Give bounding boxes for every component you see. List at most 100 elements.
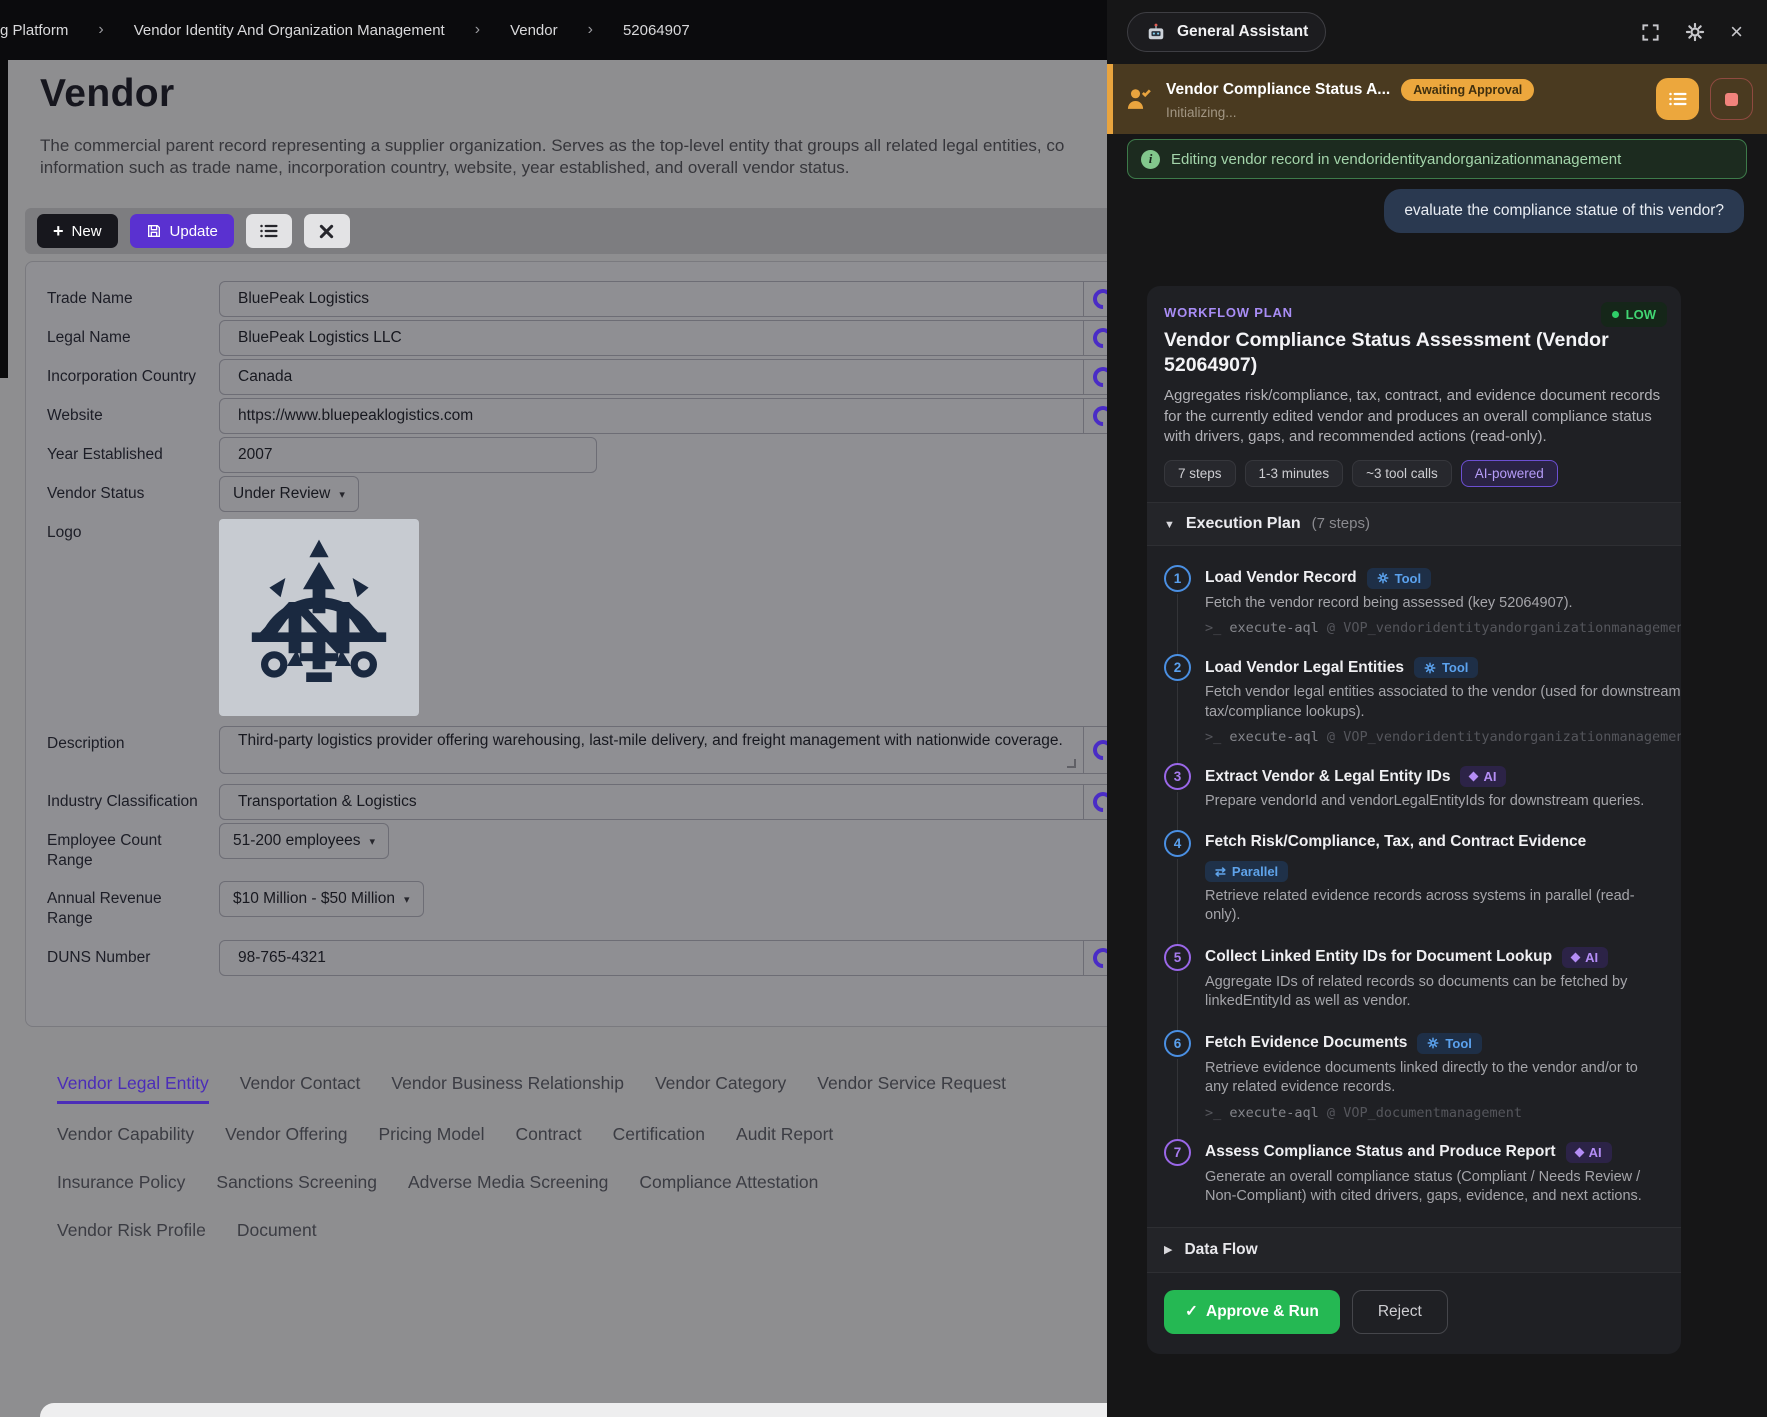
tab-vendor-risk-profile[interactable]: Vendor Risk Profile	[57, 1220, 206, 1248]
breadcrumb-item-g-platform[interactable]: g Platform	[0, 22, 68, 39]
context-alert: i Editing vendor record in vendoridentit…	[1127, 139, 1747, 179]
code-command: execute-aql	[1229, 620, 1318, 636]
tab-sanctions-screening[interactable]: Sanctions Screening	[216, 1172, 377, 1200]
legal-name-input[interactable]: BluePeak Logistics LLC	[219, 320, 1169, 356]
industry-classification-input[interactable]: Transportation & Logistics	[219, 784, 1169, 820]
tab-contract[interactable]: Contract	[515, 1124, 581, 1152]
new-button[interactable]: + New	[37, 214, 118, 248]
step-description: Retrieve related evidence records across…	[1205, 887, 1664, 926]
gear-icon[interactable]	[1685, 22, 1705, 42]
plan-step-6: 6Fetch Evidence Documents ToolRetrieve e…	[1164, 1030, 1664, 1139]
step-number: 6	[1164, 1030, 1191, 1057]
tab-audit-report[interactable]: Audit Report	[736, 1124, 833, 1152]
fullscreen-icon[interactable]	[1641, 23, 1660, 42]
field-label: DUNS Number	[47, 940, 219, 976]
tab-vendor-category[interactable]: Vendor Category	[655, 1073, 786, 1104]
approve-run-label: Approve & Run	[1206, 1303, 1319, 1321]
plus-icon: +	[53, 222, 64, 240]
form-row-industry-classification: Industry ClassificationTransportation & …	[47, 784, 1174, 820]
vendor-logo-image[interactable]	[219, 519, 419, 716]
code-target: VOP_vendoridentityandorganizationmanagem…	[1343, 620, 1681, 636]
workflow-status-row[interactable]: Vendor Compliance Status A... Awaiting A…	[1107, 64, 1767, 134]
check-icon: ✓	[1185, 1302, 1198, 1321]
step-number: 5	[1164, 944, 1191, 971]
update-button[interactable]: Update	[130, 214, 234, 248]
tab-vendor-offering[interactable]: Vendor Offering	[225, 1124, 347, 1152]
plan-meta-pill-3-tool-calls: ~3 tool calls	[1352, 460, 1452, 487]
tab-document[interactable]: Document	[237, 1220, 317, 1248]
approve-run-button[interactable]: ✓ Approve & Run	[1164, 1290, 1340, 1334]
list-view-button[interactable]	[246, 214, 292, 248]
tab-pricing-model[interactable]: Pricing Model	[378, 1124, 484, 1152]
data-flow-header[interactable]: ▶ Data Flow	[1147, 1227, 1681, 1273]
description-textarea[interactable]: Third-party logistics provider offering …	[219, 726, 1169, 774]
caret-down-icon: ▾	[370, 835, 376, 848]
task-list-button[interactable]	[1656, 78, 1699, 120]
vendor-form: Trade NameBluePeak LogisticsLegal NameBl…	[25, 261, 1175, 1027]
tab-compliance-attestation[interactable]: Compliance Attestation	[639, 1172, 818, 1200]
execution-plan-title: Execution Plan	[1186, 515, 1301, 533]
plan-step-7: 7Assess Compliance Status and Produce Re…	[1164, 1139, 1664, 1225]
tab-vendor-business-relationship[interactable]: Vendor Business Relationship	[391, 1073, 624, 1104]
plan-meta-pills: 7 steps1-3 minutes~3 tool callsAI-powere…	[1164, 460, 1664, 487]
resize-handle-icon	[1067, 759, 1076, 768]
annual-revenue-range-dropdown[interactable]: $10 Million - $50 Million▾	[219, 881, 424, 917]
close-icon	[319, 224, 334, 239]
form-row-description: DescriptionThird-party logistics provide…	[47, 726, 1174, 774]
list-icon	[259, 222, 279, 240]
trade-name-input[interactable]: BluePeak Logistics	[219, 281, 1169, 317]
status-badge: Awaiting Approval	[1401, 79, 1534, 101]
form-row-year-established: Year Established2007	[47, 437, 1174, 473]
field-label: Legal Name	[47, 320, 219, 356]
plan-step-2: 2Load Vendor Legal Entities ToolFetch ve…	[1164, 654, 1664, 763]
field-label: Annual Revenue Range	[47, 881, 219, 929]
incorporation-country-input[interactable]: Canada	[219, 359, 1169, 395]
panel-close-icon[interactable]: ×	[1730, 21, 1743, 43]
tab-vendor-capability[interactable]: Vendor Capability	[57, 1124, 194, 1152]
tab-vendor-service-request[interactable]: Vendor Service Request	[817, 1073, 1006, 1104]
tab-insurance-policy[interactable]: Insurance Policy	[57, 1172, 185, 1200]
field-value: https://www.bluepeaklogistics.com	[220, 399, 1083, 433]
execution-plan-header[interactable]: ▼ Execution Plan (7 steps)	[1147, 502, 1681, 546]
vendor-status-dropdown[interactable]: Under Review▾	[219, 476, 359, 512]
breadcrumb-item-52064907[interactable]: 52064907	[623, 22, 690, 39]
caret-down-icon: ▾	[339, 488, 345, 501]
website-input[interactable]: https://www.bluepeaklogistics.com	[219, 398, 1169, 434]
tab-certification[interactable]: Certification	[613, 1124, 705, 1152]
risk-dot-icon	[1612, 311, 1619, 318]
form-row-annual-revenue-range: Annual Revenue Range$10 Million - $50 Mi…	[47, 881, 1174, 929]
form-row-trade-name: Trade NameBluePeak Logistics	[47, 281, 1174, 317]
year-established-input[interactable]: 2007	[219, 437, 597, 473]
field-value: 98-765-4321	[220, 941, 1083, 975]
tab-adverse-media-screening[interactable]: Adverse Media Screening	[408, 1172, 608, 1200]
code-separator: @	[1319, 729, 1343, 745]
gear-icon	[1424, 662, 1436, 674]
code-command: execute-aql	[1229, 1105, 1318, 1121]
robot-icon	[1145, 22, 1167, 42]
field-label: Year Established	[47, 437, 219, 473]
cancel-button[interactable]	[304, 214, 350, 248]
employee-count-range-dropdown[interactable]: 51-200 employees▾	[219, 823, 389, 859]
badge-label: AI	[1589, 1145, 1602, 1160]
record-toolbar: + New Update	[25, 208, 1175, 254]
tab-vendor-contact[interactable]: Vendor Contact	[240, 1073, 361, 1104]
dropdown-value: $10 Million - $50 Million	[233, 890, 395, 908]
form-row-logo: Logo	[47, 515, 1174, 716]
stop-button[interactable]	[1710, 78, 1753, 120]
field-label: Trade Name	[47, 281, 219, 317]
plan-step-5: 5Collect Linked Entity IDs for Document …	[1164, 944, 1664, 1030]
plan-description: Aggregates risk/compliance, tax, contrac…	[1164, 386, 1664, 448]
plan-step-3: 3Extract Vendor & Legal Entity IDsAIPrep…	[1164, 763, 1664, 830]
form-row-incorporation-country: Incorporation CountryCanada	[47, 359, 1174, 395]
reject-button[interactable]: Reject	[1352, 1290, 1448, 1334]
ai-badge: AI	[1562, 947, 1608, 968]
breadcrumb-item-vendor-identity-and-organization-management[interactable]: Vendor Identity And Organization Managem…	[134, 22, 445, 39]
assistant-selector[interactable]: General Assistant	[1127, 12, 1326, 52]
duns-number-input[interactable]: 98-765-4321	[219, 940, 1169, 976]
tool-badge: Tool	[1414, 657, 1478, 678]
field-value: Canada	[220, 360, 1083, 394]
tab-vendor-legal-entity[interactable]: Vendor Legal Entity	[57, 1073, 209, 1104]
field-value: Transportation & Logistics	[220, 785, 1083, 819]
field-value: 2007	[220, 438, 596, 472]
breadcrumb-item-vendor[interactable]: Vendor	[510, 22, 558, 39]
